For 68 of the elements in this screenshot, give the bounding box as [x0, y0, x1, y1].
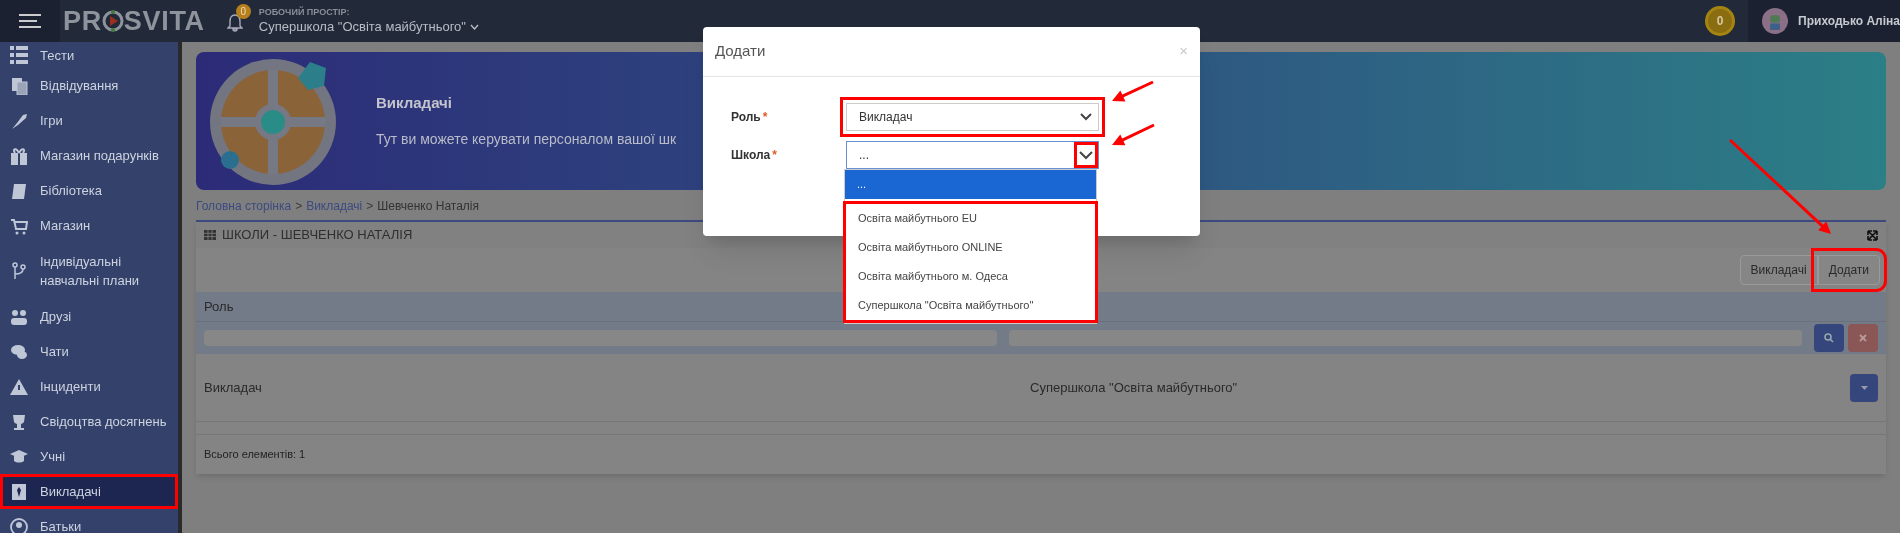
select-field[interactable]: ... — [846, 141, 1099, 169]
search-icon — [1824, 333, 1834, 343]
user-menu[interactable]: Приходько Аліна — [1748, 0, 1900, 42]
sidebar-item[interactable]: Ігри — [0, 103, 178, 138]
dialog-title: Додати — [715, 41, 766, 62]
breadcrumb-current: Шевченко Наталія — [377, 198, 479, 215]
required-mark: * — [772, 148, 777, 162]
coin-counter: 0 — [1705, 6, 1735, 36]
sidebar-item[interactable]: Індивідуальні навчальні плани — [0, 243, 178, 299]
cart-icon — [10, 216, 28, 235]
arrow-icon — [1110, 80, 1155, 104]
banner-text: Тут ви можете керувати персоналом вашої шк — [376, 129, 677, 149]
sidebar-item[interactable]: Бібліотека — [0, 173, 178, 208]
sidebar-item[interactable]: Тести — [0, 42, 178, 68]
sidebar-item[interactable]: Друзі — [0, 299, 178, 334]
book-icon — [10, 181, 28, 200]
menu-button[interactable] — [0, 0, 60, 42]
teachers-button[interactable]: Викладачі — [1739, 255, 1818, 285]
sidebar-item[interactable]: Магазин — [0, 208, 178, 243]
sidebar-item[interactable]: Викладачі — [0, 474, 178, 509]
arrow-icon — [1110, 123, 1156, 148]
banner-title: Викладачі — [376, 93, 453, 114]
users-icon — [10, 307, 28, 326]
required-mark: * — [762, 110, 768, 124]
column-header: Роль — [204, 297, 234, 316]
close-icon — [1859, 334, 1867, 342]
breadcrumb-separator: > — [366, 198, 374, 215]
play-icon — [101, 10, 124, 32]
field-label: Роль * — [731, 109, 769, 126]
sidebar-item[interactable]: Батьки — [0, 509, 178, 533]
avatar-icon — [1762, 5, 1789, 37]
sidebar-item[interactable]: Відвідування — [0, 68, 178, 103]
dropdown-option[interactable]: ... — [845, 170, 1096, 199]
breadcrumb-separator: > — [295, 198, 303, 215]
list-icon — [10, 46, 28, 64]
sidebar-item[interactable]: Магазин подарунків — [0, 138, 178, 173]
clear-button[interactable] — [1848, 324, 1878, 352]
bell-icon[interactable] — [226, 14, 243, 32]
chevron-down-icon — [470, 23, 479, 30]
trophy-icon — [10, 412, 28, 431]
expand-icon[interactable] — [1867, 229, 1878, 241]
branch-icon — [10, 262, 28, 280]
chevron-down-icon — [1074, 142, 1098, 168]
document-icon — [10, 76, 28, 95]
menu-icon — [19, 13, 41, 29]
table-cell-text: Супершкола "Освіта майбутнього" — [1030, 378, 1239, 397]
table-cell-text: Викладач — [204, 378, 263, 397]
tie-icon — [10, 482, 28, 501]
gift-icon — [10, 146, 28, 165]
search-button[interactable] — [1814, 324, 1844, 352]
panel-title: ШКОЛИ - ШЕВЧЕНКО НАТАЛІЯ — [222, 226, 413, 245]
sidebar-item[interactable]: Чати — [0, 334, 178, 369]
caret-icon — [1860, 385, 1868, 390]
workspace-label: РОБОЧИЙ ПРОСТІР: — [258, 7, 351, 19]
field-label: Школа * — [731, 147, 778, 164]
sidebar-item[interactable]: Свідоцтва досягнень — [0, 404, 178, 439]
sidebar-item[interactable]: Інциденти — [0, 369, 178, 404]
workspace-selector[interactable]: Супершкола "Освіта майбутнього" — [258, 18, 479, 35]
logo: PR SVITA — [63, 4, 205, 38]
notification-badge: 0 — [235, 4, 251, 19]
chat-icon — [10, 342, 28, 361]
total-count: Всього елементів: 1 — [204, 447, 306, 463]
arrow-icon — [1728, 138, 1834, 237]
row-actions-button[interactable] — [1850, 373, 1878, 402]
sidebar-item[interactable]: Учні — [0, 439, 178, 474]
table-icon — [204, 230, 216, 240]
warning-icon — [10, 377, 28, 396]
chevron-down-icon — [1080, 113, 1092, 121]
